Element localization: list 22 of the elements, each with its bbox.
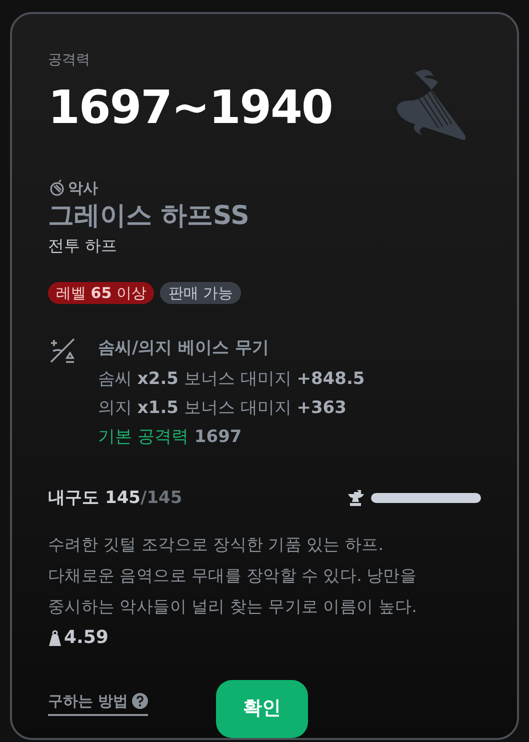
item-type: 전투 하프 <box>48 234 118 256</box>
base-attack-label: 기본 공격력 <box>98 426 188 448</box>
attack-label: 공격력 <box>48 51 91 70</box>
level-requirement-badge: 레벨 65 이상 <box>48 282 154 304</box>
bonus-damage-line: 의지 x1.5 보너스 대미지 +363 <box>98 396 348 420</box>
durability-current: 145 <box>105 486 140 510</box>
instrument-icon <box>48 179 66 198</box>
durability-max: /145 <box>140 486 182 510</box>
base-attack-value: 1697 <box>194 426 242 448</box>
class-label: 악사 <box>68 178 98 199</box>
weight-icon <box>48 630 62 646</box>
how-to-get-link[interactable]: 구하는 방법 <box>48 690 148 716</box>
help-icon <box>132 692 148 709</box>
weight-value: 4.59 <box>64 626 108 650</box>
attack-value: 1697~1940 <box>48 79 332 135</box>
bonus-damage-line: 솜씨 x2.5 보너스 대미지 +848.5 <box>98 368 365 390</box>
tradable-badge: 판매 가능 <box>160 282 242 304</box>
item-name: 그레이스 하프SS <box>48 200 250 232</box>
durability-label: 내구도 <box>48 486 99 510</box>
base-weapon-title: 솜씨/의지 베이스 무기 <box>98 336 270 360</box>
item-description: 수려한 깃털 조각으로 장식한 기품 있는 하프. 다채로운 음역으로 무대를 장악할 수 있다. 낭만을 중시하는 악사들이 널리 찾는 무기로 이름이 높다. <box>48 534 418 618</box>
anvil-icon <box>347 490 365 506</box>
